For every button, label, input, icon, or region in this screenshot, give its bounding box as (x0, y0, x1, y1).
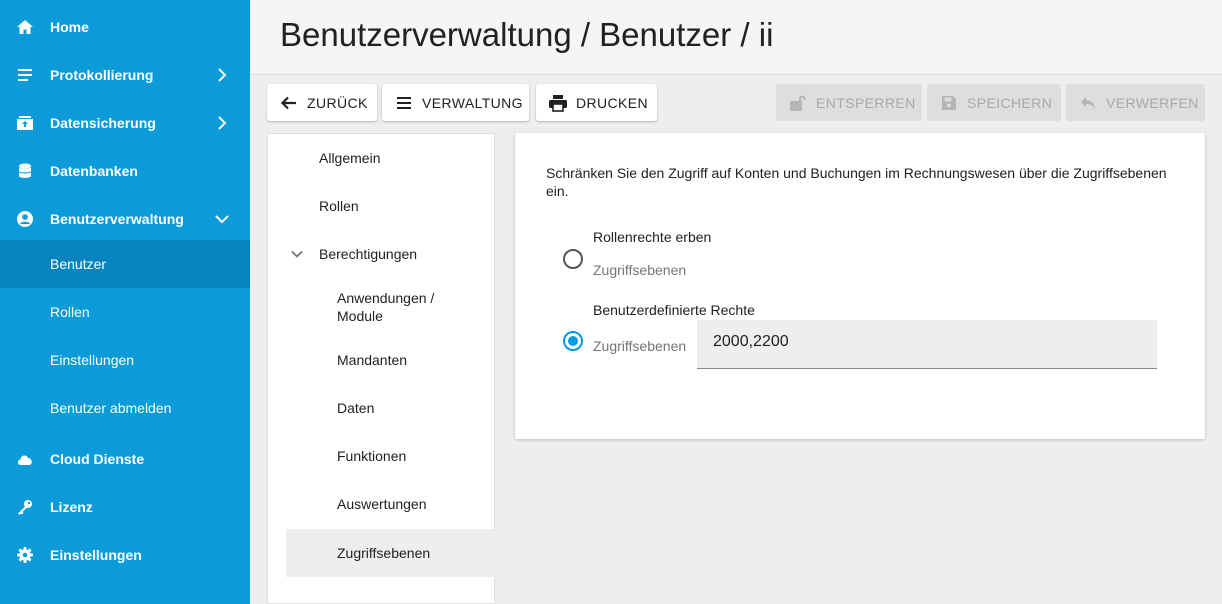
tree-item-anwendungen-module[interactable]: Anwendungen / Module (286, 284, 496, 332)
sidebar-item-label: Home (50, 19, 89, 35)
sidebar-item-protokollierung[interactable]: Protokollierung (0, 51, 250, 99)
sidebar-item-label: Cloud Dienste (50, 451, 145, 467)
sidebar-item-datensicherung[interactable]: Datensicherung (0, 99, 250, 147)
sidebar-subitem-rollen[interactable]: Rollen (0, 288, 250, 336)
sidebar-item-label: Einstellungen (50, 547, 142, 563)
undo-icon (1078, 93, 1098, 113)
sidebar-item-einstellungen[interactable]: Einstellungen (0, 531, 250, 579)
save-button-label: Speichern (967, 94, 1053, 111)
sidebar-subitem-label: Benutzer abmelden (50, 400, 172, 416)
tree-item-funktionen[interactable]: Funktionen (286, 432, 496, 480)
page-title: Benutzerverwaltung / Benutzer / ii (280, 16, 774, 53)
tree-item-mandanten[interactable]: Mandanten (286, 336, 496, 384)
access-levels-input[interactable] (713, 333, 1133, 351)
sidebar: Home Protokollierung Datensicherung Date… (0, 0, 250, 604)
back-button[interactable]: Zurück (267, 84, 377, 121)
admin-button-label: Verwaltung (422, 94, 523, 111)
menu-icon (394, 93, 414, 113)
tree-item-label: Funktionen (337, 448, 407, 464)
tree-item-label: Daten (337, 400, 375, 416)
list-icon (16, 66, 34, 84)
sidebar-item-label: Datensicherung (50, 115, 156, 131)
tree-item-label: Zugriffsebenen (337, 545, 431, 561)
tree-item-auswertungen[interactable]: Auswertungen (286, 480, 496, 528)
back-button-label: Zurück (307, 94, 368, 111)
key-icon (16, 498, 34, 516)
chevron-down-icon (291, 250, 303, 258)
sidebar-subitem-label: Benutzer (50, 256, 107, 272)
tree-item-label: Auswertungen (337, 496, 427, 512)
discard-button-label: Verwerfen (1106, 94, 1199, 111)
home-icon (16, 18, 34, 36)
option-inherit-title: Rollenrechte erben (593, 229, 712, 245)
tree-item-daten[interactable]: Daten (286, 384, 496, 432)
sidebar-item-lizenz[interactable]: Lizenz (0, 483, 250, 531)
tree-item-label: Rollen (319, 198, 359, 214)
backup-icon (16, 114, 34, 132)
sidebar-item-label: Datenbanken (50, 163, 138, 179)
option-inherit-sub: Zugriffsebenen (593, 262, 687, 278)
tree-item-label: Berechtigungen (319, 246, 418, 262)
option-custom-sub: Zugriffsebenen (593, 338, 687, 354)
sidebar-item-cloud-dienste[interactable]: Cloud Dienste (0, 435, 250, 483)
gear-icon (16, 546, 34, 564)
radio-custom-rights[interactable] (563, 331, 583, 351)
page-header: Benutzerverwaltung / Benutzer / ii (250, 0, 1222, 75)
chevron-down-icon (215, 215, 229, 224)
print-button-label: Drucken (576, 94, 649, 111)
sidebar-subitem-einstellungen[interactable]: Einstellungen (0, 336, 250, 384)
sidebar-item-datenbanken[interactable]: Datenbanken (0, 147, 250, 195)
tree-item-rollen[interactable]: Rollen (286, 182, 496, 230)
description-text: Schränken Sie den Zugriff auf Konten und… (546, 165, 1167, 199)
chevron-right-icon (218, 116, 227, 130)
database-icon (16, 162, 34, 180)
unlock-button[interactable]: Entsperren (776, 84, 922, 121)
unlock-icon (788, 93, 808, 113)
tree-item-allgemein[interactable]: Allgemein (286, 134, 496, 182)
sidebar-item-label: Protokollierung (50, 67, 154, 83)
tree-item-label: Allgemein (319, 150, 381, 166)
sidebar-subitem-label: Rollen (50, 304, 90, 320)
tree-item-berechtigungen[interactable]: Berechtigungen (286, 230, 496, 278)
sidebar-item-home[interactable]: Home (0, 3, 250, 51)
user-circle-icon (16, 210, 34, 228)
printer-icon (548, 93, 568, 113)
sidebar-item-benutzerverwaltung[interactable]: Benutzerverwaltung (0, 195, 250, 243)
arrow-left-icon (279, 93, 299, 113)
sidebar-item-label: Lizenz (50, 499, 93, 515)
discard-button[interactable]: Verwerfen (1066, 84, 1205, 121)
print-button[interactable]: Drucken (536, 84, 657, 121)
access-levels-field[interactable] (697, 320, 1157, 369)
chevron-right-icon (218, 68, 227, 82)
tree-item-zugriffsebenen[interactable]: Zugriffsebenen (286, 529, 496, 577)
tree-item-label: Mandanten (337, 352, 408, 368)
sidebar-item-label: Benutzerverwaltung (50, 211, 184, 227)
cloud-icon (16, 450, 34, 468)
option-custom-title: Benutzerdefinierte Rechte (593, 302, 755, 318)
sidebar-subitem-label: Einstellungen (50, 352, 135, 368)
sidebar-subitem-benutzer-abmelden[interactable]: Benutzer abmelden (0, 384, 250, 432)
radio-inherit-role-rights[interactable] (563, 249, 583, 269)
save-icon (939, 93, 959, 113)
tree-item-label-line1: Anwendungen / (337, 290, 435, 306)
save-button[interactable]: Speichern (927, 84, 1061, 121)
settings-tree: Allgemein Rollen Berechtigungen Anwendun… (267, 133, 496, 604)
admin-button[interactable]: Verwaltung (382, 84, 529, 121)
unlock-button-label: Entsperren (816, 94, 916, 111)
tree-item-label-line2: Module (337, 308, 383, 324)
access-levels-card: Schränken Sie den Zugriff auf Konten und… (515, 133, 1205, 439)
sidebar-subitem-benutzer[interactable]: Benutzer (0, 240, 250, 288)
